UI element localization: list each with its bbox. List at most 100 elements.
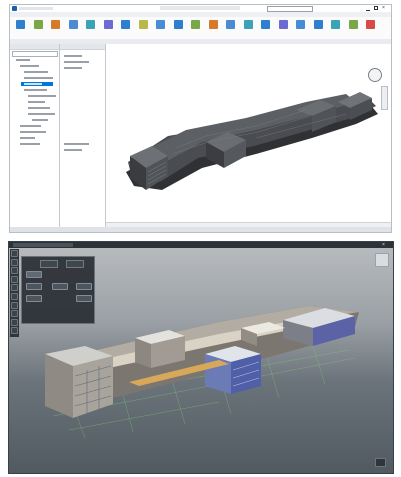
panel-option-button[interactable] <box>26 271 42 278</box>
tree-item[interactable] <box>29 118 53 122</box>
tree-item[interactable] <box>21 88 53 92</box>
ribbon-tool-icon[interactable] <box>278 20 288 29</box>
tree-item-label <box>28 113 55 115</box>
tree-item[interactable] <box>25 100 53 104</box>
tree-item-label <box>20 143 40 145</box>
ribbon-tool-icon[interactable] <box>156 20 165 29</box>
ribbon-tool-icon[interactable] <box>103 20 113 29</box>
panel-option-button[interactable] <box>26 295 42 302</box>
project-browser-search[interactable] <box>12 51 58 57</box>
property-row[interactable] <box>63 142 101 146</box>
ribbon-tool-icon[interactable] <box>243 20 253 29</box>
viewer-toolbar <box>10 249 19 337</box>
tree-item-label <box>24 83 42 85</box>
settings-panel <box>21 256 95 324</box>
tree-item-label <box>24 77 53 79</box>
tree-item[interactable] <box>17 136 53 140</box>
pencil-icon[interactable] <box>11 310 18 318</box>
view-cube-icon[interactable] <box>375 253 389 267</box>
tree-item-label <box>20 125 41 127</box>
pin-icon[interactable] <box>11 267 18 275</box>
info-icon[interactable] <box>11 301 18 309</box>
tree-item-label <box>28 101 45 103</box>
property-row[interactable] <box>63 148 101 152</box>
ribbon-tool-icon[interactable] <box>68 20 78 29</box>
project-browser <box>10 44 60 227</box>
viewer-close-button[interactable]: × <box>382 242 385 248</box>
ribbon-tool-icon[interactable] <box>366 20 375 29</box>
tree-item[interactable] <box>17 124 53 128</box>
tree-item[interactable] <box>17 142 53 146</box>
tree-item-label <box>28 95 56 97</box>
tree-item-label <box>28 107 50 109</box>
ribbon <box>10 17 391 40</box>
fullscreen-icon[interactable] <box>375 458 386 467</box>
settings-icon[interactable] <box>11 318 18 326</box>
measure-icon[interactable] <box>11 293 18 300</box>
ribbon-tool-icon[interactable] <box>16 20 25 29</box>
property-row[interactable] <box>63 60 101 64</box>
ribbon-tool-icon[interactable] <box>51 20 60 29</box>
viewer-title <box>13 243 73 247</box>
close-button[interactable]: × <box>382 5 385 11</box>
tree-item[interactable] <box>21 76 53 80</box>
ribbon-tool-icon[interactable] <box>261 20 270 29</box>
properties-panel-header <box>60 44 105 50</box>
tree-item[interactable] <box>25 94 56 98</box>
ribbon-tool-icon[interactable] <box>86 20 95 29</box>
ribbon-tool-icon[interactable] <box>173 20 183 29</box>
building-model-3d <box>126 92 378 190</box>
quick-access-toolbar[interactable] <box>19 7 53 10</box>
panel-option-button[interactable] <box>52 283 68 290</box>
tree-item[interactable] <box>13 58 53 62</box>
ribbon-tool-icon[interactable] <box>226 20 235 29</box>
ribbon-tool-icon[interactable] <box>138 20 148 29</box>
panel-option-button[interactable] <box>76 283 92 290</box>
panel-tab-2[interactable] <box>66 260 84 268</box>
tree-item-label <box>24 89 47 91</box>
maximize-button[interactable] <box>374 6 378 10</box>
property-row[interactable] <box>63 54 101 58</box>
tree-item-label <box>20 137 35 139</box>
panel-option-button[interactable] <box>76 295 92 302</box>
property-label <box>64 55 82 57</box>
properties-panel <box>60 44 106 227</box>
layers-icon[interactable] <box>11 275 18 283</box>
tree-item[interactable] <box>25 106 53 110</box>
app-menu-icon[interactable] <box>12 6 17 11</box>
ribbon-tool-icon[interactable] <box>191 20 200 29</box>
navigation-bar[interactable] <box>381 86 388 110</box>
status-bar <box>10 227 391 232</box>
panel-tab-1[interactable] <box>40 260 58 268</box>
property-label <box>64 149 82 151</box>
property-row[interactable] <box>63 66 101 70</box>
project-browser-header <box>10 44 59 50</box>
eye-icon[interactable] <box>11 258 18 266</box>
ribbon-tool-icon[interactable] <box>348 20 358 29</box>
ribbon-tool-icon[interactable] <box>33 20 43 29</box>
tree-item[interactable] <box>17 130 53 134</box>
ribbon-tool-icon[interactable] <box>331 20 340 29</box>
ribbon-tool-icon[interactable] <box>121 20 130 29</box>
ribbon-tool-icon[interactable] <box>313 20 323 29</box>
view-cube-icon[interactable] <box>368 68 382 82</box>
ribbon-tool-icon[interactable] <box>208 20 218 29</box>
tree-icon[interactable] <box>11 284 18 292</box>
tree-item[interactable] <box>25 112 55 116</box>
tree-item[interactable] <box>17 64 53 68</box>
minimize-button[interactable] <box>366 7 370 11</box>
tree-item-label <box>16 59 30 61</box>
web-viewer-window: × <box>8 241 394 474</box>
tree-item[interactable] <box>21 82 53 86</box>
model-viewport[interactable] <box>106 44 391 222</box>
revit-window: × <box>9 4 392 233</box>
property-label <box>64 67 82 69</box>
close-icon[interactable] <box>11 327 18 335</box>
viewer-title-bar: × <box>9 242 393 248</box>
ribbon-tool-icon[interactable] <box>296 20 305 29</box>
tree-item-label <box>32 119 48 121</box>
tree-item[interactable] <box>21 70 53 74</box>
panel-option-button[interactable] <box>26 283 42 290</box>
window-title <box>160 6 240 10</box>
home-icon[interactable] <box>11 250 18 257</box>
